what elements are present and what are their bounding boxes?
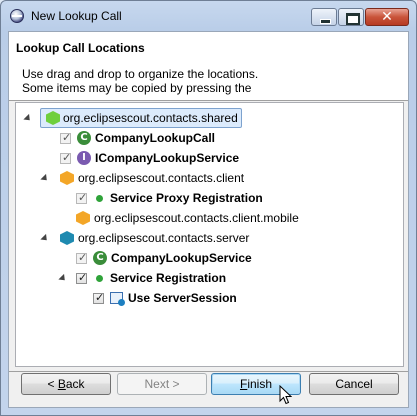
collapse-triangle-icon[interactable] <box>23 113 33 124</box>
back-prefix: < <box>47 377 58 391</box>
tree-node-companylookupservice[interactable]: ✓ C CompanyLookupService <box>16 248 401 268</box>
next-button[interactable]: Next > <box>117 373 207 395</box>
collapse-triangle-icon[interactable] <box>58 273 68 284</box>
tree-node-label: org.eclipsescout.contacts.client.mobile <box>94 211 299 225</box>
collapse-triangle-icon[interactable] <box>40 233 50 244</box>
shared-project-icon <box>46 111 60 125</box>
close-button[interactable]: ✕ <box>365 8 409 26</box>
window-title: New Lookup Call <box>31 9 122 23</box>
check-icon: ✓ <box>78 251 88 264</box>
check-icon: ✓ <box>62 131 72 144</box>
minimize-icon <box>320 19 331 24</box>
tree-node-companylookupcall[interactable]: ✓ C CompanyLookupCall <box>16 128 401 148</box>
server-project-icon <box>60 231 74 245</box>
tree-node-selection: org.eclipsescout.contacts.shared <box>40 108 242 128</box>
checkbox: ✓ <box>60 151 71 164</box>
minimize-button[interactable] <box>311 8 337 26</box>
check-icon: ✓ <box>62 151 72 164</box>
check-icon: ✓ <box>78 271 88 284</box>
maximize-icon <box>346 13 360 25</box>
tree-node-use-serversession[interactable]: ✓ Use ServerSession <box>16 288 401 308</box>
tree-node-shared-project[interactable]: org.eclipsescout.contacts.shared <box>16 108 401 128</box>
tree-node-client-mobile-project[interactable]: org.eclipsescout.contacts.client.mobile <box>16 208 401 228</box>
back-mnemonic: B <box>57 377 66 391</box>
close-icon: ✕ <box>381 9 393 25</box>
description-line-1: Use drag and drop to organize the locati… <box>22 67 259 81</box>
page-title: Lookup Call Locations <box>16 41 145 55</box>
client-mobile-project-icon <box>76 211 90 225</box>
class-icon: C <box>93 251 107 265</box>
description-line-2: Some items may be copied by pressing the <box>22 81 252 95</box>
tree-node-label: Service Proxy Registration <box>110 191 263 205</box>
server-session-icon <box>110 292 125 306</box>
dialog-content: Lookup Call Locations Use drag and drop … <box>8 31 409 408</box>
checkbox: ✓ <box>76 191 87 204</box>
registration-icon <box>96 195 103 202</box>
button-bar-divider <box>9 371 408 372</box>
cancel-button[interactable]: Cancel <box>309 373 399 395</box>
tree-node-label: Use ServerSession <box>128 291 237 305</box>
wizard-header: Lookup Call Locations Use drag and drop … <box>9 32 408 101</box>
tree-node-label: CompanyLookupService <box>111 251 252 265</box>
client-project-icon <box>60 171 74 185</box>
dialog-window: New Lookup Call ✕ Lookup Call Locations … <box>0 0 417 416</box>
tree-node-label: CompanyLookupCall <box>95 131 216 145</box>
locations-tree[interactable]: org.eclipsescout.contacts.shared ✓ C Com… <box>15 102 404 367</box>
tree-node-label: org.eclipsescout.contacts.shared <box>63 111 238 125</box>
maximize-button[interactable] <box>338 8 364 26</box>
tree-node-label: org.eclipsescout.contacts.client <box>78 171 245 185</box>
back-label-rest: ack <box>65 377 85 391</box>
title-bar[interactable]: New Lookup Call ✕ <box>1 1 416 31</box>
tree-node-label: ICompanyLookupService <box>95 151 240 165</box>
interface-icon: I <box>77 151 91 165</box>
window-bottom-edge <box>1 408 416 415</box>
tree-node-client-project[interactable]: org.eclipsescout.contacts.client <box>16 168 401 188</box>
back-button[interactable]: < Back <box>21 373 111 395</box>
registration-icon <box>96 275 103 282</box>
class-icon: C <box>77 131 91 145</box>
collapse-triangle-icon[interactable] <box>40 173 50 184</box>
tree-node-service-proxy-registration[interactable]: ✓ Service Proxy Registration <box>16 188 401 208</box>
check-icon: ✓ <box>95 291 105 304</box>
checkbox: ✓ <box>60 131 71 144</box>
tree-node-service-registration[interactable]: ✓ Service Registration <box>16 268 401 288</box>
checkbox[interactable]: ✓ <box>93 291 104 304</box>
page-description: Use drag and drop to organize the locati… <box>22 67 258 95</box>
tree-node-label: org.eclipsescout.contacts.server <box>78 231 250 245</box>
checkbox[interactable]: ✓ <box>76 271 87 284</box>
checkbox: ✓ <box>76 251 87 264</box>
tree-node-server-project[interactable]: org.eclipsescout.contacts.server <box>16 228 401 248</box>
finish-label-rest: inish <box>247 377 273 391</box>
tree-node-label: Service Registration <box>110 271 227 285</box>
eclipse-app-icon <box>10 9 24 23</box>
tree-node-icompanylookupservice[interactable]: ✓ I ICompanyLookupService <box>16 148 401 168</box>
check-icon: ✓ <box>78 191 88 204</box>
